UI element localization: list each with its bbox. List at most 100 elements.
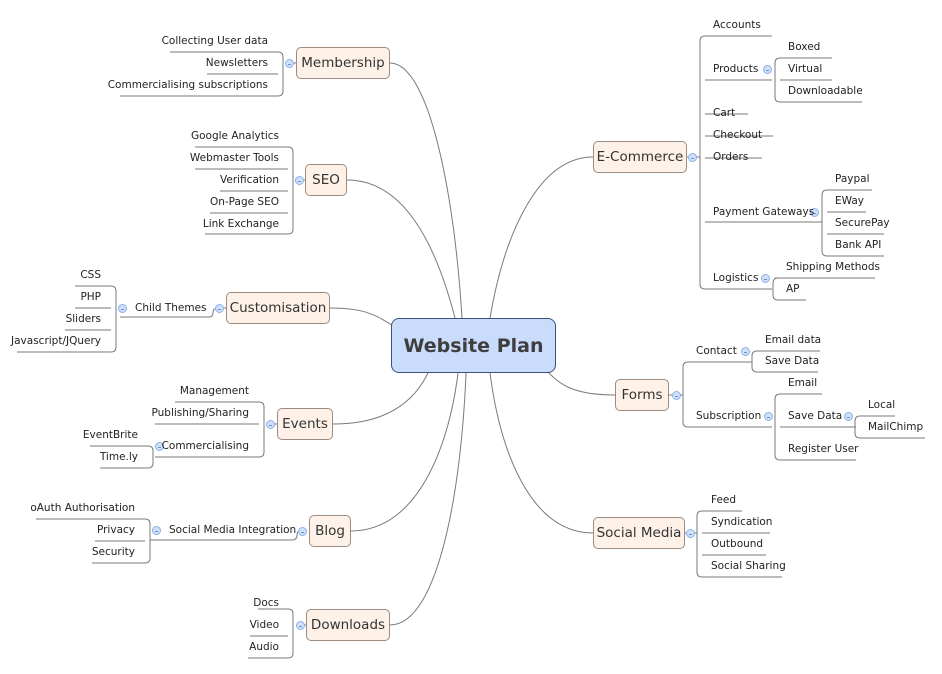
- topic-privacy[interactable]: Privacy: [97, 523, 135, 537]
- branch-label: Forms: [621, 387, 663, 403]
- topic-feed[interactable]: Feed: [711, 493, 736, 507]
- branch-label: Downloads: [310, 617, 386, 633]
- collapse-toggle-icon[interactable]: [285, 59, 294, 68]
- bracket: [699, 35, 706, 290]
- branch-forms[interactable]: Forms: [615, 379, 669, 411]
- topic-paypal[interactable]: Paypal: [835, 172, 870, 186]
- topic-social-media-integration[interactable]: Social Media Integration: [169, 523, 296, 537]
- topic-css[interactable]: CSS: [80, 268, 101, 282]
- root-label: Website Plan: [403, 334, 544, 357]
- bracket: [277, 51, 284, 97]
- branch-blog[interactable]: Blog: [309, 515, 351, 547]
- collapse-toggle-icon[interactable]: [761, 274, 770, 283]
- bracket: [696, 510, 703, 578]
- bracket: [774, 393, 781, 461]
- collapse-toggle-icon[interactable]: [215, 304, 224, 313]
- topic-checkout[interactable]: Checkout: [713, 128, 762, 142]
- collapse-toggle-icon[interactable]: [672, 391, 681, 400]
- topic-docs[interactable]: Docs: [253, 596, 279, 610]
- topic-publishing-sharing[interactable]: Publishing/Sharing: [151, 406, 249, 420]
- topic-subscription-save-data[interactable]: Save Data: [788, 409, 842, 423]
- topic-php[interactable]: PHP: [80, 290, 101, 304]
- branch-label: Events: [282, 416, 328, 432]
- connector-seo: [346, 179, 456, 319]
- collapse-toggle-icon[interactable]: [296, 621, 305, 630]
- topic-security[interactable]: Security: [92, 545, 135, 559]
- topic-contact[interactable]: Contact: [696, 344, 737, 358]
- topic-local[interactable]: Local: [868, 398, 895, 412]
- topic-management[interactable]: Management: [180, 384, 249, 398]
- topic-child-themes[interactable]: Child Themes: [135, 301, 207, 315]
- topic-bank-api[interactable]: Bank API: [835, 238, 881, 252]
- branch-membership[interactable]: Membership: [296, 47, 390, 79]
- topic-cart[interactable]: Cart: [713, 106, 735, 120]
- bracket: [287, 146, 294, 235]
- bracket: [774, 57, 781, 103]
- collapse-toggle-icon[interactable]: [844, 412, 853, 421]
- topic-register-user[interactable]: Register User: [788, 442, 859, 456]
- topic-commercialising[interactable]: Commercialising: [162, 439, 249, 453]
- topic-securepay[interactable]: SecurePay: [835, 216, 890, 230]
- topic-eway[interactable]: EWay: [835, 194, 864, 208]
- topic-time-ly[interactable]: Time.ly: [100, 450, 138, 464]
- topic-shipping-methods[interactable]: Shipping Methods: [786, 260, 880, 274]
- connector-forms: [547, 371, 616, 396]
- topic-email[interactable]: Email: [788, 376, 817, 390]
- branch-label: Blog: [315, 523, 345, 539]
- topic-products[interactable]: Products: [713, 62, 758, 76]
- collapse-toggle-icon[interactable]: [741, 347, 750, 356]
- topic-social-sharing[interactable]: Social Sharing: [711, 559, 786, 573]
- collapse-toggle-icon[interactable]: [295, 176, 304, 185]
- connector-membership: [389, 62, 463, 319]
- branch-downloads[interactable]: Downloads: [306, 609, 390, 641]
- bracket: [751, 350, 758, 373]
- collapse-toggle-icon[interactable]: [266, 420, 275, 429]
- topic-virtual[interactable]: Virtual: [788, 62, 822, 76]
- topic-logistics[interactable]: Logistics: [713, 271, 758, 285]
- topic-newsletters[interactable]: Newsletters: [206, 56, 268, 70]
- topic-commercialising-subscriptions[interactable]: Commercialising subscriptions: [108, 78, 268, 92]
- topic-email-data[interactable]: Email data: [765, 333, 821, 347]
- branch-customisation[interactable]: Customisation: [226, 292, 330, 324]
- bracket: [147, 445, 154, 469]
- topic-boxed[interactable]: Boxed: [788, 40, 820, 54]
- topic-google-analytics[interactable]: Google Analytics: [191, 129, 279, 143]
- topic-javascript-jquery[interactable]: Javascript/JQuery: [11, 334, 101, 348]
- branch-e-commerce[interactable]: E-Commerce: [593, 141, 687, 173]
- bracket: [110, 285, 117, 353]
- topic-mailchimp[interactable]: MailChimp: [868, 420, 923, 434]
- topic-eventbrite[interactable]: EventBrite: [83, 428, 138, 442]
- collapse-toggle-icon[interactable]: [152, 526, 161, 535]
- topic-webmaster-tools[interactable]: Webmaster Tools: [190, 151, 279, 165]
- topic-subscription[interactable]: Subscription: [696, 409, 761, 423]
- topic-link-exchange[interactable]: Link Exchange: [203, 217, 279, 231]
- collapse-toggle-icon[interactable]: [763, 65, 772, 74]
- collapse-toggle-icon[interactable]: [298, 527, 307, 536]
- topic-verification[interactable]: Verification: [220, 173, 279, 187]
- topic-payment-gateways[interactable]: Payment Gateways: [713, 205, 814, 219]
- topic-collecting-user-data[interactable]: Collecting User data: [162, 34, 268, 48]
- topic-sliders[interactable]: Sliders: [66, 312, 101, 326]
- topic-oauth-authorisation[interactable]: oAuth Authorisation: [30, 501, 135, 515]
- branch-label: Membership: [301, 55, 385, 71]
- topic-audio[interactable]: Audio: [249, 640, 279, 654]
- branch-social-media[interactable]: Social Media: [593, 517, 685, 549]
- branch-label: SEO: [312, 172, 340, 188]
- topic-downloadable[interactable]: Downloadable: [788, 84, 863, 98]
- topic-on-page-seo[interactable]: On-Page SEO: [210, 195, 279, 209]
- connector-events: [332, 372, 429, 425]
- root-node[interactable]: Website Plan: [391, 318, 556, 373]
- collapse-toggle-icon[interactable]: [118, 304, 127, 313]
- collapse-toggle-icon[interactable]: [686, 529, 695, 538]
- topic-orders[interactable]: Orders: [713, 150, 748, 164]
- branch-events[interactable]: Events: [277, 408, 333, 440]
- topic-syndication[interactable]: Syndication: [711, 515, 772, 529]
- topic-contact-save-data[interactable]: Save Data: [765, 354, 819, 368]
- topic-ap[interactable]: AP: [786, 282, 800, 296]
- collapse-toggle-icon[interactable]: [764, 412, 773, 421]
- topic-video[interactable]: Video: [250, 618, 279, 632]
- collapse-toggle-icon[interactable]: [688, 153, 697, 162]
- branch-seo[interactable]: SEO: [305, 164, 347, 196]
- topic-outbound[interactable]: Outbound: [711, 537, 763, 551]
- topic-accounts[interactable]: Accounts: [713, 18, 761, 32]
